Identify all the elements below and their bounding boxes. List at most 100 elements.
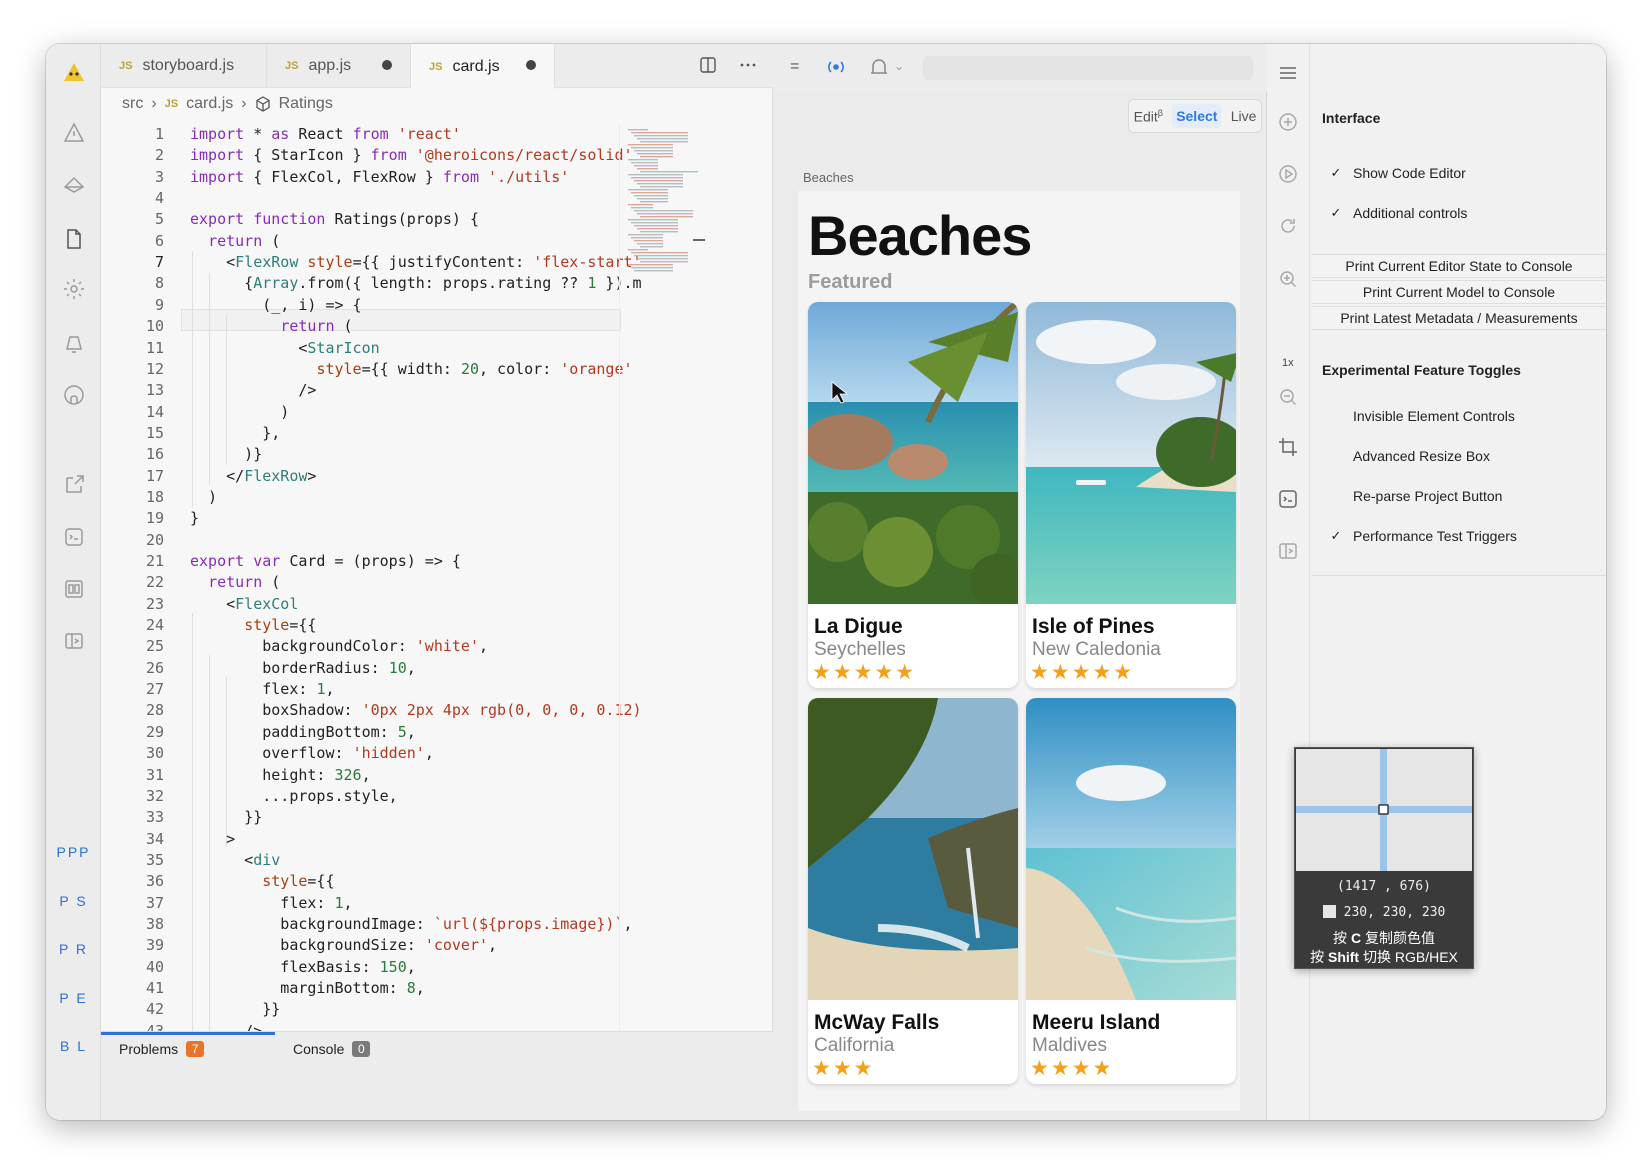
- more-icon[interactable]: [739, 56, 757, 74]
- code-line[interactable]: style={{ width: 20, color: 'orange': [190, 360, 632, 378]
- code-line[interactable]: },: [190, 424, 280, 442]
- print-editor-state-button[interactable]: Print Current Editor State to Console: [1312, 254, 1606, 278]
- cloud-icon[interactable]: [59, 170, 88, 199]
- beach-card[interactable]: McWay Falls California ★★★: [808, 698, 1018, 1084]
- star-rating[interactable]: ★★★: [812, 1056, 874, 1081]
- code-line[interactable]: backgroundImage: `url(${props.image})`,: [190, 915, 632, 933]
- storyboard-scene[interactable]: Beaches Featured La Digue Seychelles ★★★…: [798, 191, 1240, 1111]
- breadcrumb-folder[interactable]: src: [122, 95, 143, 113]
- shortcut-pr[interactable]: P R: [46, 941, 101, 957]
- mode-select[interactable]: Select: [1172, 104, 1222, 128]
- checkbox[interactable]: ✓: [1329, 206, 1343, 220]
- scene-label[interactable]: Beaches: [803, 170, 854, 185]
- toggle-invisible-element-controls[interactable]: Invisible Element Controls: [1329, 408, 1515, 424]
- code-line[interactable]: <StarIcon: [190, 339, 379, 357]
- card-location[interactable]: California: [814, 1035, 894, 1057]
- code-line[interactable]: </FlexRow>: [190, 467, 316, 485]
- grid-icon[interactable]: [59, 574, 88, 603]
- zoom-out-icon[interactable]: [1277, 386, 1301, 410]
- beach-card[interactable]: Isle of Pines New Caledonia ★★★★★: [1026, 302, 1236, 688]
- checkbox[interactable]: [1329, 489, 1343, 503]
- checkbox[interactable]: ✓: [1329, 166, 1343, 180]
- code-line[interactable]: flex: 1,: [190, 680, 334, 698]
- code-line[interactable]: <FlexRow style={{ justifyContent: 'flex-…: [190, 253, 641, 271]
- panel-icon[interactable]: [1277, 540, 1301, 564]
- star-rating[interactable]: ★★★★★: [1030, 660, 1134, 685]
- beach-photo[interactable]: [1026, 302, 1236, 604]
- code-line[interactable]: export var Card = (props) => {: [190, 552, 461, 570]
- card-title[interactable]: Isle of Pines: [1032, 615, 1155, 639]
- star-rating[interactable]: ★★★★★: [812, 660, 916, 685]
- tab-storyboard-js[interactable]: JS storyboard.js: [101, 44, 267, 88]
- code-line[interactable]: boxShadow: '0px 2px 4px rgb(0, 0, 0, 0.1…: [190, 701, 641, 719]
- beach-photo[interactable]: [808, 302, 1018, 604]
- breadcrumb-file[interactable]: card.js: [186, 95, 233, 113]
- equals-icon[interactable]: =: [790, 58, 799, 76]
- terminal-icon[interactable]: [1277, 488, 1301, 512]
- chevron-down-icon[interactable]: ⌄: [894, 59, 904, 73]
- tab-app-js[interactable]: JS app.js: [267, 44, 411, 88]
- shortcut-pe[interactable]: P E: [46, 990, 101, 1006]
- beach-photo[interactable]: [808, 698, 1018, 1000]
- checkbox[interactable]: [1329, 409, 1343, 423]
- add-icon[interactable]: [1277, 111, 1301, 135]
- tab-problems[interactable]: Problems 7: [119, 1041, 205, 1057]
- code-line[interactable]: }}: [190, 808, 262, 826]
- minimap[interactable]: [619, 123, 759, 1033]
- card-location[interactable]: Seychelles: [814, 639, 906, 661]
- split-editor-icon[interactable]: [699, 56, 717, 74]
- code-line[interactable]: backgroundSize: 'cover',: [190, 936, 497, 954]
- crop-icon[interactable]: [1277, 436, 1301, 460]
- code-line[interactable]: ): [190, 403, 289, 421]
- shortcut-ppp[interactable]: PPP: [46, 844, 101, 860]
- zoom-level[interactable]: 1x: [1282, 357, 1294, 369]
- file-icon[interactable]: [59, 224, 88, 253]
- menu-icon[interactable]: [1277, 62, 1301, 86]
- mode-live[interactable]: Live: [1231, 108, 1257, 124]
- code-line[interactable]: )}: [190, 445, 262, 463]
- terminal-icon[interactable]: [59, 522, 88, 551]
- tab-console[interactable]: Console 0: [293, 1041, 371, 1057]
- canvas-address-bar[interactable]: [923, 56, 1253, 80]
- unsaved-dot-icon[interactable]: [526, 60, 536, 70]
- beach-card[interactable]: La Digue Seychelles ★★★★★: [808, 302, 1018, 688]
- code-line[interactable]: overflow: 'hidden',: [190, 744, 434, 762]
- code-line[interactable]: style={{: [190, 872, 334, 890]
- tab-card-js[interactable]: JS card.js: [411, 44, 555, 89]
- mode-edit[interactable]: Editβ: [1134, 108, 1163, 125]
- code-line[interactable]: }}: [190, 1000, 280, 1018]
- code-line[interactable]: export function Ratings(props) {: [190, 210, 479, 228]
- beach-photo[interactable]: [1026, 698, 1236, 1000]
- code-line[interactable]: {Array.from({ length: props.rating ?? 1 …: [190, 274, 641, 292]
- code-line[interactable]: flexBasis: 150,: [190, 958, 415, 976]
- code-line[interactable]: borderRadius: 10,: [190, 659, 416, 677]
- shortcut-ps[interactable]: P S: [46, 893, 101, 909]
- code-line[interactable]: />: [190, 381, 316, 399]
- toggle-show-code-editor[interactable]: ✓ Show Code Editor: [1329, 165, 1466, 181]
- card-title[interactable]: McWay Falls: [814, 1011, 939, 1035]
- code-line[interactable]: import { FlexCol, FlexRow } from './util…: [190, 168, 569, 186]
- checkbox[interactable]: ✓: [1329, 529, 1343, 543]
- print-model-button[interactable]: Print Current Model to Console: [1312, 280, 1606, 304]
- toggle-advanced-resize-box[interactable]: Advanced Resize Box: [1329, 448, 1490, 464]
- card-location[interactable]: New Caledonia: [1032, 639, 1161, 661]
- checkbox[interactable]: [1329, 449, 1343, 463]
- zoom-in-icon[interactable]: [1277, 268, 1301, 292]
- star-rating[interactable]: ★★★★: [1030, 1056, 1113, 1081]
- toggle-additional-controls[interactable]: ✓ Additional controls: [1329, 205, 1468, 221]
- code-line[interactable]: return (: [190, 573, 280, 591]
- github-icon[interactable]: [59, 380, 88, 409]
- page-title[interactable]: Beaches: [808, 203, 1032, 268]
- code-line[interactable]: style={{: [190, 616, 316, 634]
- code-line[interactable]: flex: 1,: [190, 894, 352, 912]
- code-line[interactable]: import { StarIcon } from '@heroicons/rea…: [190, 146, 633, 164]
- section-subtitle[interactable]: Featured: [808, 271, 892, 294]
- code-line[interactable]: paddingBottom: 5,: [190, 723, 416, 741]
- code-line[interactable]: <FlexCol: [190, 595, 298, 613]
- play-icon[interactable]: [1277, 163, 1301, 187]
- card-location[interactable]: Maldives: [1032, 1035, 1107, 1057]
- code-line[interactable]: return (: [190, 232, 280, 250]
- code-line[interactable]: marginBottom: 8,: [190, 979, 425, 997]
- code-line[interactable]: }: [190, 509, 199, 527]
- code-line[interactable]: ...props.style,: [190, 787, 397, 805]
